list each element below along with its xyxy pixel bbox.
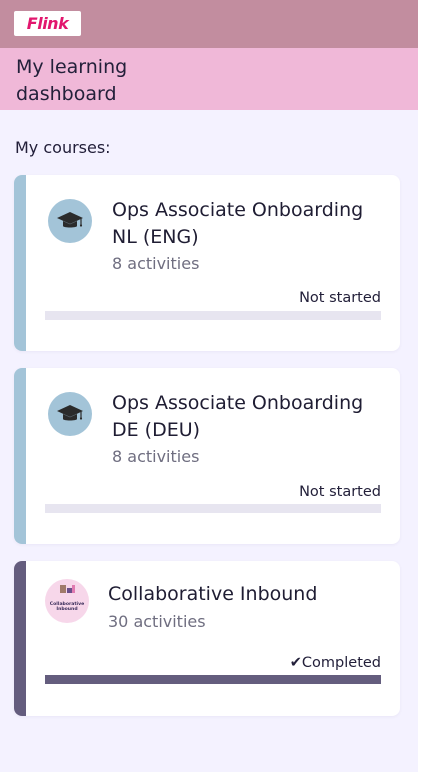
top-bar: Flink <box>0 0 418 48</box>
course-activities-count: 8 activities <box>112 447 200 466</box>
course-status: ✔Completed <box>289 655 381 671</box>
collaborative-inbound-badge-image: Collaborative Inbound <box>45 579 89 623</box>
page-title: My learning dashboard <box>16 56 128 105</box>
my-courses-label: My courses: <box>15 138 111 157</box>
course-progress-bar <box>45 675 381 684</box>
card-accent-stripe <box>14 175 26 351</box>
course-status: Not started <box>299 290 381 306</box>
graduation-cap-icon <box>57 212 83 228</box>
course-progress-bar <box>45 504 381 513</box>
course-title: Collaborative Inbound <box>108 583 318 605</box>
page-header: My learning dashboard <box>0 48 418 110</box>
course-card-ops-de[interactable]: Ops Associate Onboarding DE (DEU) 8 acti… <box>14 368 400 544</box>
course-progress-fill <box>45 675 381 684</box>
course-title: Ops Associate Onboarding DE (DEU) <box>112 392 364 441</box>
course-avatar <box>48 392 92 436</box>
inbound-boxes-icon: Collaborative Inbound <box>50 585 84 612</box>
flink-logo[interactable]: Flink <box>14 11 81 36</box>
graduation-cap-icon <box>57 405 83 421</box>
course-activities-count: 8 activities <box>112 254 200 273</box>
course-title: Ops Associate Onboarding NL (ENG) <box>112 199 364 248</box>
course-progress-bar <box>45 311 381 320</box>
course-activities-count: 30 activities <box>108 612 206 631</box>
badge-text-line2: Inbound <box>56 606 77 612</box>
course-avatar: Collaborative Inbound <box>45 579 89 623</box>
course-avatar <box>48 199 92 243</box>
course-card-collaborative-inbound[interactable]: Collaborative Inbound Collaborative Inbo… <box>14 561 400 716</box>
app-shell: Flink My learning dashboard My courses: … <box>0 0 418 772</box>
course-card-ops-nl[interactable]: Ops Associate Onboarding NL (ENG) 8 acti… <box>14 175 400 351</box>
card-accent-stripe <box>14 368 26 544</box>
logo-text: Flink <box>26 14 69 33</box>
card-accent-stripe <box>14 561 26 716</box>
course-status: Not started <box>299 484 381 500</box>
